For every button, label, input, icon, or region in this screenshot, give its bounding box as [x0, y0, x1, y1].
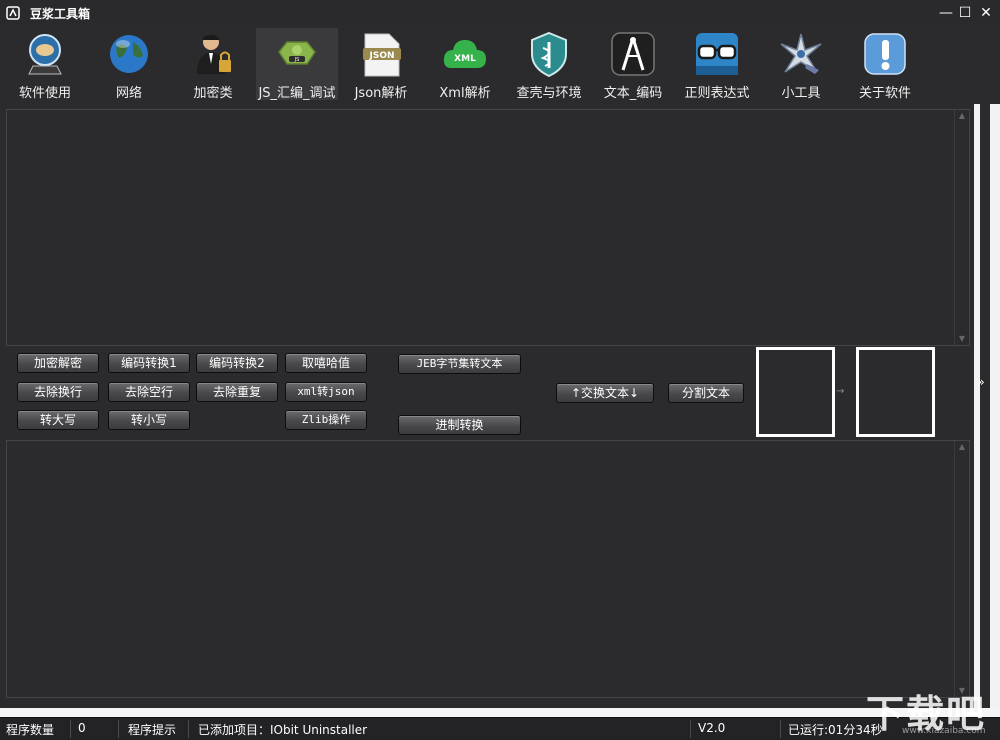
main-toolbar: 软件使用 网络 加密类 JS JS_汇编_调试 JSON Json解析 XML … [0, 26, 1000, 104]
window-title: 豆浆工具箱 [30, 7, 91, 21]
toolbar-item-json-parse[interactable]: JSON Json解析 [344, 28, 418, 101]
toolbar-label: 软件使用 [18, 86, 71, 101]
toolbar-label: 网络 [115, 86, 142, 101]
program-count-value: 0 [78, 721, 86, 735]
side-track-right [990, 104, 1000, 710]
minimize-icon: — [939, 5, 953, 21]
side-track-left [974, 104, 980, 710]
js-badge-icon: JS [278, 41, 316, 65]
compass-icon [611, 32, 655, 76]
scroll-up-icon[interactable]: ▲ [957, 443, 967, 451]
close-button[interactable]: ✕ [976, 3, 996, 23]
base-convert-button[interactable]: 进制转换 [398, 415, 521, 435]
maximize-icon: ☐ [958, 5, 972, 21]
bottom-divider [0, 708, 1000, 717]
gear-globe-icon [28, 34, 62, 75]
preview-box-right [856, 347, 935, 437]
toolbar-label: 查壳与环境 [516, 86, 582, 101]
toolbar-label: 正则表达式 [684, 86, 750, 101]
person-lock-icon [197, 34, 231, 74]
status-separator [780, 720, 781, 738]
double-chevron-right-icon: » [977, 375, 985, 389]
hint-value: 已添加项目：IObit Uninstaller [198, 723, 368, 737]
toolbar-label: JS_汇编_调试 [258, 86, 336, 101]
title-bar: 豆浆工具箱 — ☐ ✕ [0, 0, 1000, 26]
toolbar-label: Json解析 [354, 86, 408, 101]
output-scrollbar[interactable]: ▲ ▼ [954, 441, 969, 697]
scroll-down-icon[interactable]: ▼ [957, 335, 967, 343]
output-text-area[interactable]: ▲ ▼ [6, 440, 970, 698]
minimize-button[interactable]: — [936, 3, 956, 23]
maximize-button[interactable]: ☐ [955, 3, 975, 23]
toolbar-item-js-asm-debug[interactable]: JS JS_汇编_调试 [256, 28, 338, 101]
status-separator [188, 720, 189, 738]
svg-text:XML: XML [454, 54, 476, 64]
toolbar-label: Xml解析 [439, 86, 491, 101]
toolbar-item-network[interactable]: 网络 [92, 28, 166, 101]
close-icon: ✕ [980, 5, 992, 21]
remove-newline-button[interactable]: 去除换行 [17, 382, 99, 402]
svg-text:JSON: JSON [368, 51, 394, 61]
info-icon [864, 33, 906, 75]
status-separator [70, 720, 71, 738]
version-text: V2.0 [698, 721, 726, 735]
remove-blank-line-button[interactable]: 去除空行 [108, 382, 190, 402]
status-separator [118, 720, 119, 738]
hint-label: 程序提示 [128, 723, 177, 737]
toolbar-label: 文本_编码 [603, 86, 663, 101]
arrow-right-icon: → [836, 386, 845, 397]
xml-cloud-icon: XML [443, 40, 486, 68]
toolbar-label: 小工具 [781, 86, 821, 101]
expand-panel-button[interactable]: » [973, 373, 989, 391]
input-text-area[interactable]: ▲ ▼ [6, 109, 970, 346]
to-upper-button[interactable]: 转大写 [17, 410, 99, 430]
right-side-strip [972, 104, 1000, 710]
toolbar-item-xml-parse[interactable]: XML Xml解析 [428, 28, 502, 101]
svg-text:JS: JS [294, 57, 300, 63]
remove-duplicate-button[interactable]: 去除重复 [196, 382, 278, 402]
scroll-up-icon[interactable]: ▲ [957, 112, 967, 120]
input-scrollbar[interactable]: ▲ ▼ [954, 110, 969, 345]
shuriken-icon [780, 33, 822, 74]
program-count-label: 程序数量 [6, 723, 55, 737]
toolbar-item-text-encoding[interactable]: 文本_编码 [596, 28, 670, 101]
toolbar-label: 加密类 [193, 86, 233, 101]
swap-text-button[interactable]: ↑交换文本↓ [556, 383, 654, 403]
glasses-icon [696, 33, 738, 75]
encode-convert2-button[interactable]: 编码转换2 [196, 353, 278, 373]
toolbar-label: 关于软件 [858, 86, 911, 101]
encrypt-decrypt-button[interactable]: 加密解密 [17, 353, 99, 373]
status-bar: 程序数量 0 程序提示 已添加项目：IObit Uninstaller V2.0… [0, 717, 1000, 740]
toolbar-item-shell-env[interactable]: 查壳与环境 [510, 28, 588, 101]
encode-convert1-button[interactable]: 编码转换1 [108, 353, 190, 373]
hash-value-button[interactable]: 取嘻哈值 [285, 353, 367, 373]
jeb-bytes-to-text-button[interactable]: JEB字节集转文本 [398, 354, 521, 374]
split-text-button[interactable]: 分割文本 [668, 383, 744, 403]
preview-box-left [756, 347, 835, 437]
status-separator [690, 720, 691, 738]
to-lower-button[interactable]: 转小写 [108, 410, 190, 430]
xml-to-json-button[interactable]: xml转json [285, 382, 367, 402]
json-file-icon: JSON [363, 33, 401, 77]
watermark-url: www.xiazaiba.com [902, 726, 986, 736]
toolbar-item-about[interactable]: 关于软件 [848, 28, 922, 101]
shield-icon [531, 31, 567, 78]
toolbar-item-software-usage[interactable]: 软件使用 [8, 28, 82, 101]
globe-icon [110, 35, 148, 73]
app-logo-icon [6, 6, 20, 20]
zlib-operation-button[interactable]: Zlib操作 [285, 410, 367, 430]
toolbar-item-encryption[interactable]: 加密类 [176, 28, 250, 101]
toolbar-item-small-tools[interactable]: 小工具 [764, 28, 838, 101]
toolbar-item-regex[interactable]: 正则表达式 [678, 28, 756, 101]
